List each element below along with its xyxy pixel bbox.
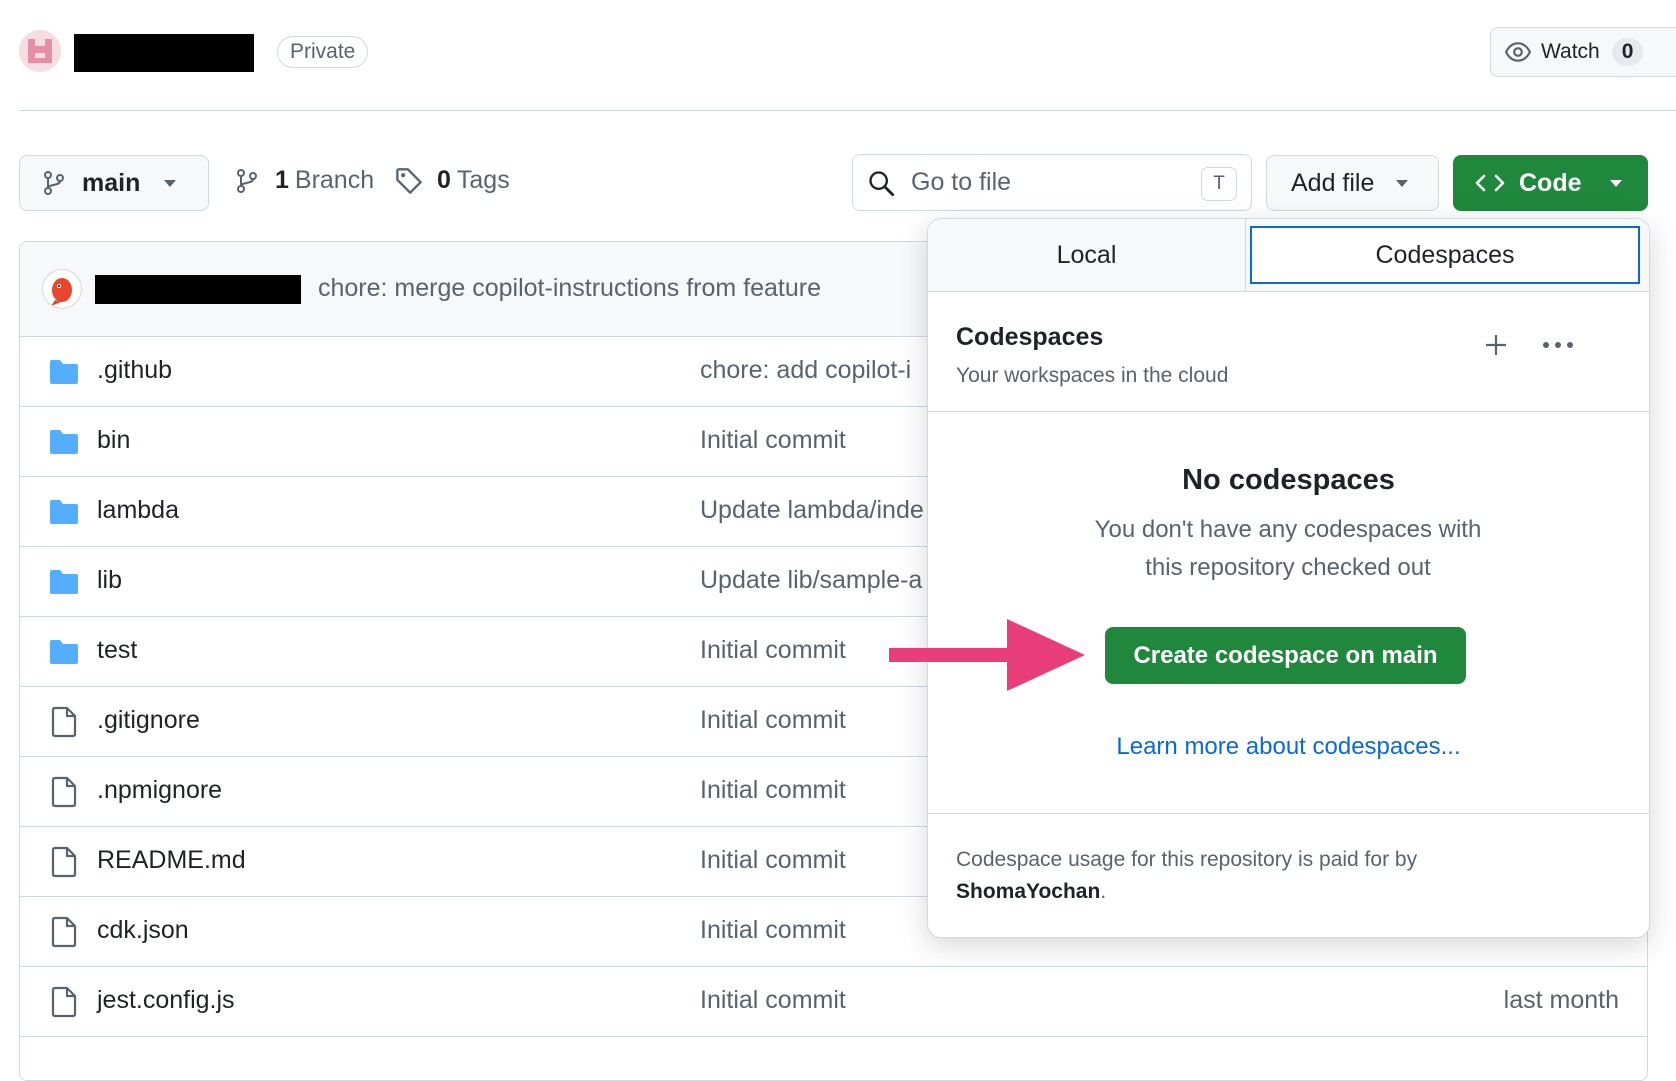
codespaces-more-button[interactable] (1538, 327, 1578, 363)
code-button[interactable]: Code (1453, 155, 1648, 211)
repo-owner-avatar[interactable] (19, 30, 61, 72)
watch-label: Watch (1541, 40, 1600, 63)
file-commit-message[interactable]: Initial commit (700, 916, 846, 945)
folder-icon (50, 570, 78, 594)
usage-owner[interactable]: ShomaYochan (956, 880, 1100, 903)
file-commit-message[interactable]: Update lambda/inde (700, 496, 924, 525)
eye-icon (1505, 42, 1531, 62)
codespaces-subtitle: Your workspaces in the cloud (956, 364, 1229, 387)
git-branch-icon (237, 168, 257, 193)
file-icon (51, 776, 77, 808)
file-name-link[interactable]: cdk.json (97, 916, 189, 945)
branches-link[interactable]: 1 Branch (235, 166, 374, 195)
file-name-link[interactable]: README.md (97, 846, 246, 875)
file-name-link[interactable]: .npmignore (97, 776, 222, 805)
file-icon (51, 986, 77, 1018)
commit-author-redacted (95, 275, 301, 304)
file-name-link[interactable]: jest.config.js (97, 986, 235, 1015)
usage-note: Codespace usage for this repository is p… (956, 844, 1576, 908)
latest-commit-message[interactable]: chore: merge copilot-instructions from f… (318, 274, 821, 303)
chevron-down-icon (164, 179, 177, 187)
empty-state-description: You don't have any codespaces with this … (1094, 516, 1482, 581)
commit-author-avatar[interactable] (42, 269, 82, 309)
file-name-link[interactable]: test (97, 636, 137, 665)
repo-name-redacted (74, 34, 254, 72)
header-divider (19, 110, 1676, 111)
search-placeholder: Go to file (911, 168, 1012, 196)
tag-label: Tags (456, 166, 510, 194)
plus-icon (1486, 335, 1506, 355)
file-name-link[interactable]: lambda (97, 496, 179, 525)
branch-select-button[interactable]: main (19, 155, 209, 211)
table-row: jest.config.js Initial commit last month (20, 966, 1647, 1037)
go-to-file-input[interactable]: Go to file T (852, 154, 1252, 211)
file-name-link[interactable]: .gitignore (97, 706, 200, 735)
tags-link[interactable]: 0 Tags (395, 166, 510, 195)
visibility-badge: Private (277, 36, 369, 68)
search-icon (869, 170, 895, 196)
empty-state-title: No codespaces (1182, 464, 1395, 496)
watch-button[interactable]: Watch 0 (1490, 27, 1676, 77)
new-codespace-button[interactable] (1478, 327, 1514, 363)
usage-end: . (1100, 880, 1107, 903)
file-icon (51, 916, 77, 948)
tag-icon (396, 167, 422, 194)
dropdown-divider (928, 813, 1649, 814)
code-icon (1475, 174, 1505, 192)
file-icon (51, 706, 77, 738)
code-dropdown-tabs: Local Codespaces (928, 219, 1649, 292)
search-shortcut-key: T (1201, 167, 1237, 201)
code-label: Code (1519, 168, 1582, 197)
add-file-label: Add file (1291, 168, 1375, 197)
dropdown-divider (928, 411, 1649, 412)
folder-icon (50, 430, 78, 454)
watch-count: 0 (1611, 38, 1644, 66)
file-commit-message[interactable]: Initial commit (700, 846, 846, 875)
tab-divider (1245, 219, 1246, 291)
git-branch-icon (44, 171, 64, 195)
file-icon (51, 846, 77, 878)
file-commit-message[interactable]: Initial commit (700, 636, 846, 665)
tab-codespaces[interactable]: Codespaces (1250, 226, 1640, 284)
avatar-icon (28, 39, 52, 63)
annotation-arrow-icon (889, 619, 1085, 691)
add-file-button[interactable]: Add file (1266, 155, 1439, 211)
file-commit-message[interactable]: Update lib/sample-a (700, 566, 922, 595)
codespaces-heading: Codespaces (956, 323, 1104, 351)
file-name-link[interactable]: bin (97, 426, 130, 455)
branch-name: main (82, 168, 141, 197)
file-name-link[interactable]: .github (97, 356, 172, 385)
file-commit-message[interactable]: Initial commit (700, 706, 846, 735)
folder-icon (50, 500, 78, 524)
file-commit-message[interactable]: Initial commit (700, 776, 846, 805)
arrow-head (1007, 619, 1085, 691)
file-commit-message[interactable]: Initial commit (700, 986, 846, 1015)
file-name-link[interactable]: lib (97, 566, 122, 595)
chevron-down-icon (1609, 179, 1622, 187)
chevron-down-icon (1396, 179, 1409, 187)
usage-text: Codespace usage for this repository is p… (956, 848, 1418, 871)
file-commit-message[interactable]: chore: add copilot-i (700, 356, 911, 385)
code-dropdown-panel: Local Codespaces Codespaces Your workspa… (927, 218, 1650, 938)
learn-more-link[interactable]: Learn more about codespaces... (928, 733, 1649, 761)
tag-count: 0 (437, 166, 451, 194)
file-commit-message[interactable]: Initial commit (700, 426, 846, 455)
folder-icon (50, 640, 78, 664)
branch-label: Branch (294, 166, 375, 194)
tab-local[interactable]: Local (928, 219, 1245, 291)
kebab-horizontal-icon (1543, 342, 1573, 348)
branch-count: 1 (275, 166, 289, 194)
arrow-shaft (889, 648, 1009, 662)
file-commit-date: last month (1503, 986, 1619, 1014)
folder-icon (50, 360, 78, 384)
fish-avatar-icon (51, 278, 72, 306)
create-codespace-button[interactable]: Create codespace on main (1105, 627, 1466, 684)
